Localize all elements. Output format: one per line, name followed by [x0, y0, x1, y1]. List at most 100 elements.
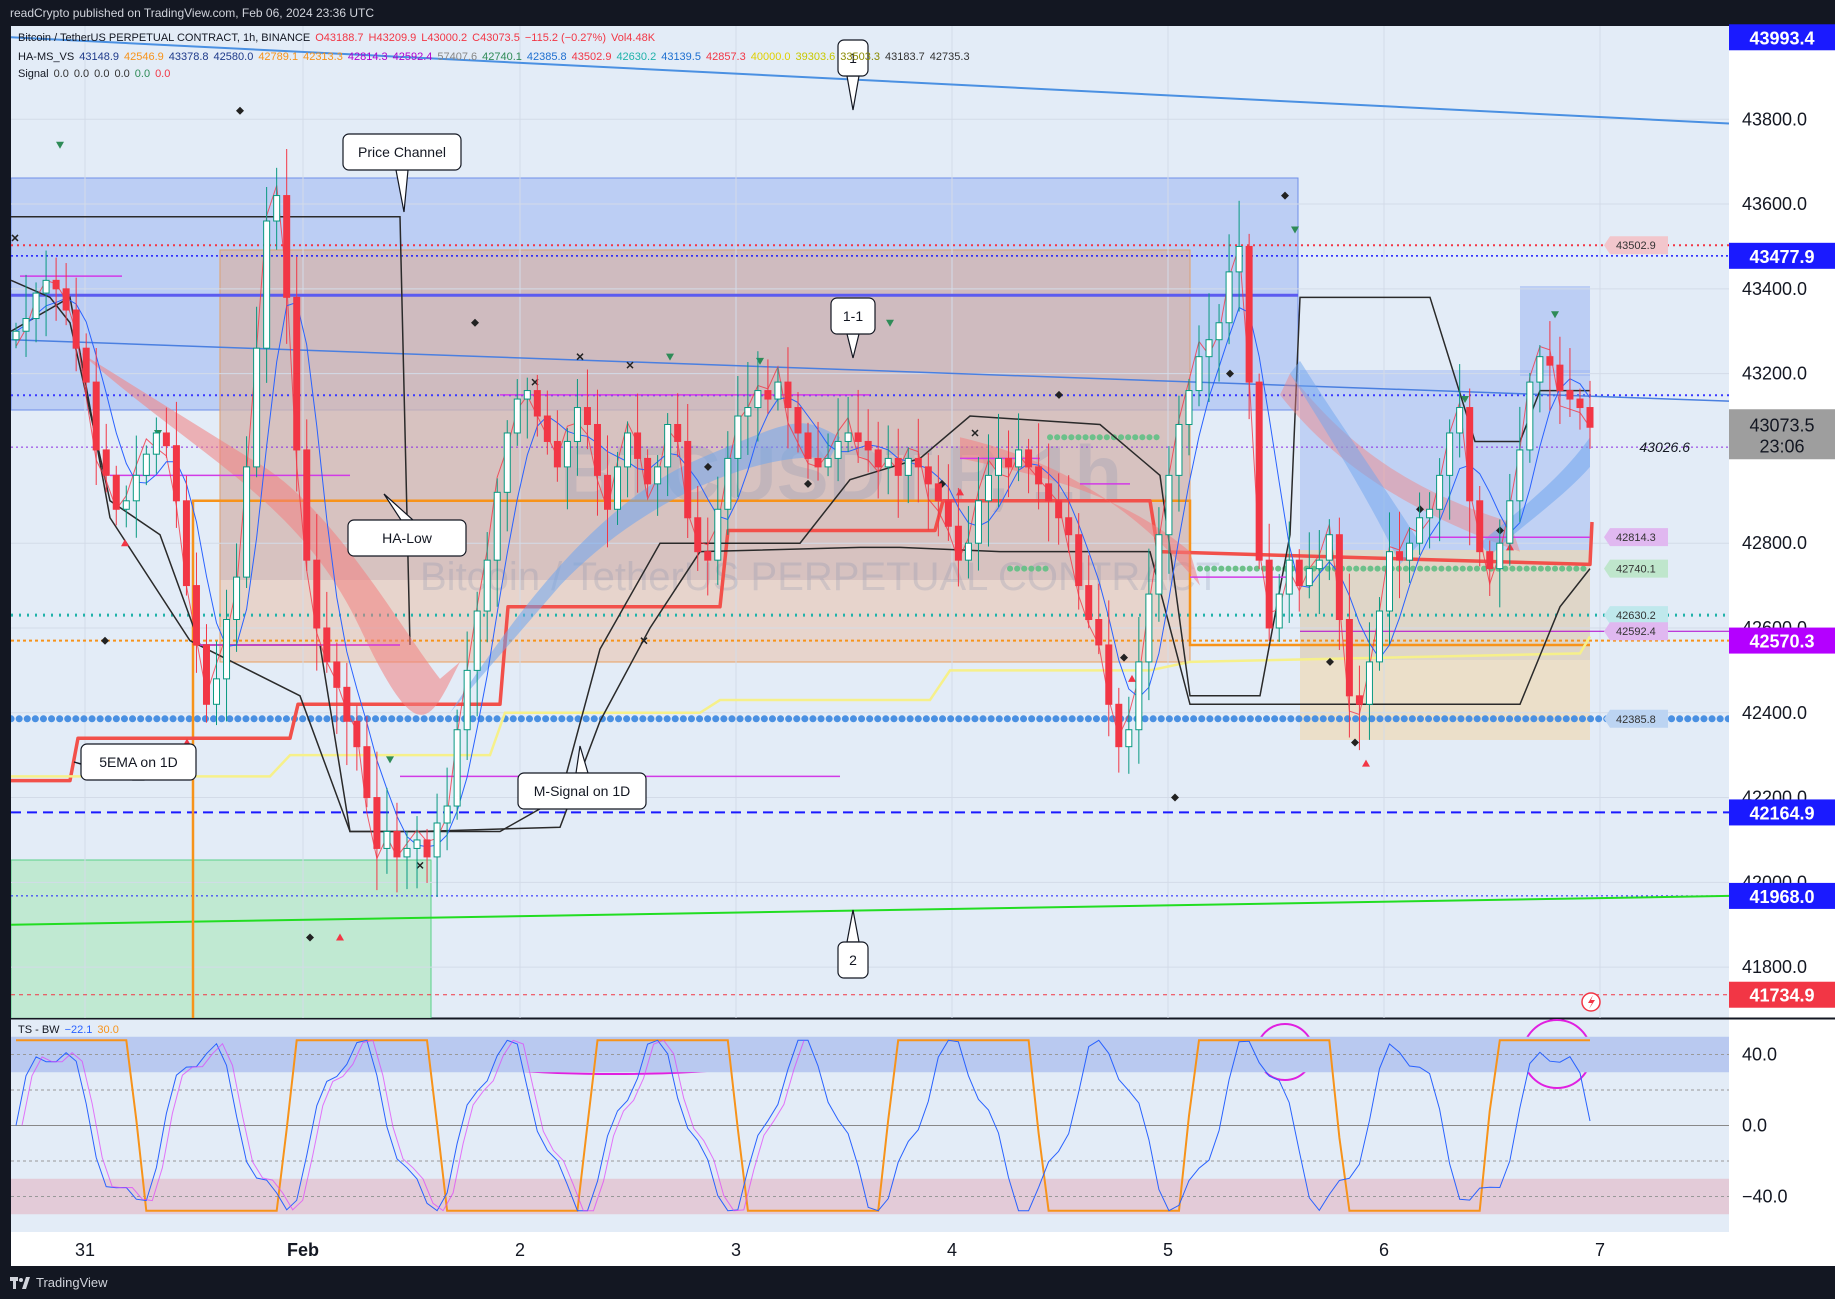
legend-hams-item-12: 43502.9 — [571, 51, 612, 63]
candle-body — [1055, 500, 1063, 519]
osc-y-tick-0: 40.0 — [1742, 1045, 1777, 1065]
legend-main-item-0: Bitcoin / TetherUS PERPETUAL CONTRACT, 1… — [18, 32, 311, 44]
y-tick-4: 42800.0 — [1742, 533, 1807, 553]
chart-frame: readCrypto published on TradingView.com,… — [0, 0, 1835, 1299]
price-chart[interactable]: BTCUSDT.P, 1hBitcoin / TetherUS PERPETUA… — [0, 0, 1835, 1299]
candle-body — [994, 457, 1002, 476]
candle-body — [1416, 517, 1424, 544]
candle-body — [1075, 534, 1083, 587]
candle-body — [513, 398, 521, 434]
candle-body — [162, 432, 170, 447]
y-tick-6: 42400.0 — [1742, 703, 1807, 723]
candle-body — [884, 457, 892, 468]
candle-body — [62, 288, 70, 311]
legend-osc-item-2: 30.0 — [97, 1024, 119, 1036]
candle-body — [192, 585, 200, 646]
candle-body — [253, 347, 261, 468]
candle-body — [644, 457, 652, 485]
legend-hams-item-6: 42313.3 — [303, 51, 343, 63]
candle-body — [984, 474, 992, 502]
candle-body — [1325, 534, 1333, 561]
candle-body — [1125, 729, 1133, 748]
candle-body — [1245, 245, 1253, 383]
x-tick-6: 6 — [1379, 1240, 1389, 1260]
candle-body — [1285, 559, 1293, 595]
candle-body — [1446, 432, 1454, 476]
level-tag-1: 42814.3 — [1604, 528, 1668, 547]
legend-main-item-1: O43188.7 — [315, 32, 364, 44]
candle-body — [202, 644, 210, 705]
callout-text-msignal: M-Signal on 1D — [534, 783, 631, 799]
time-axis-bg — [11, 1232, 1835, 1266]
osc-y-tick-2: −40.0 — [1742, 1187, 1788, 1207]
candle-body — [1105, 644, 1113, 705]
current-price-text: 43073.5 — [1749, 415, 1814, 435]
legend-oscillator: TS - BW −22.1 30.0 — [18, 1024, 124, 1036]
callout-text-ema5: 5EMA on 1D — [99, 754, 178, 770]
callout-ema5: 5EMA on 1D — [73, 743, 197, 781]
countdown-text: 23:06 — [1759, 436, 1804, 456]
candle-body — [1315, 559, 1323, 570]
level-tag-0: 43502.9 — [1604, 236, 1668, 255]
legend-hams-item-11: 42385.8 — [526, 51, 567, 63]
candle-body — [1396, 551, 1404, 561]
candle-body — [1496, 542, 1504, 570]
x-tick-5: 5 — [1163, 1240, 1173, 1260]
legend-signal-item-5: 0.0 — [134, 68, 151, 80]
legend-hams-item-3: 43378.8 — [168, 51, 209, 63]
level-tag-5: 42385.8 — [1604, 709, 1668, 728]
tradingview-logo-icon — [10, 1276, 30, 1289]
candle-body — [864, 440, 872, 451]
candle-body — [343, 686, 351, 722]
legend-main-item-4: C43073.5 — [472, 32, 520, 44]
candle-body — [974, 500, 982, 544]
osc-y-tick-1: 0.0 — [1742, 1116, 1767, 1136]
x-tick-4: 4 — [947, 1240, 957, 1260]
candle-body — [1095, 619, 1103, 646]
legend-osc-item-1: −22.1 — [64, 1024, 93, 1036]
level-tag-text-2: 42740.1 — [1616, 564, 1656, 576]
y-tick-3: 43200.0 — [1742, 364, 1807, 384]
candle-body — [533, 390, 541, 417]
candle-body — [814, 457, 822, 468]
legend-hams-item-20: 42735.3 — [929, 51, 970, 63]
candle-body — [142, 453, 150, 476]
candle-body — [493, 491, 501, 561]
candle-body — [1556, 364, 1564, 392]
candle-body — [694, 517, 702, 553]
price-tag-text-5: 41734.9 — [1749, 986, 1814, 1006]
candle-body — [42, 279, 50, 294]
candle-body — [1015, 449, 1023, 468]
candle-body — [1476, 500, 1484, 553]
candle-body — [1385, 551, 1393, 612]
candle-body — [1235, 245, 1243, 273]
candle-body — [1355, 695, 1363, 705]
candle-body — [824, 457, 832, 468]
candle-body — [293, 296, 301, 451]
callout-text-one-one: 1-1 — [843, 308, 863, 324]
candle-body — [854, 432, 862, 442]
candle-body — [1225, 271, 1233, 324]
candle-body — [543, 415, 551, 442]
candle-body — [664, 423, 672, 468]
candle-body — [1586, 407, 1594, 428]
candle-body — [52, 279, 60, 290]
legend-main-item-3: L43000.2 — [421, 32, 468, 44]
legend-signal-item-1: 0.0 — [53, 68, 69, 80]
candle-body — [1506, 500, 1514, 544]
candle-body — [1546, 356, 1554, 366]
candle-body — [152, 432, 160, 455]
price-tag-text-4: 41968.0 — [1749, 887, 1814, 907]
candle-body — [1566, 390, 1574, 400]
candle-body — [22, 318, 30, 332]
x-tick-1: Feb — [287, 1240, 319, 1260]
legend-hams-item-16: 40000.0 — [750, 51, 791, 63]
candle-body — [924, 466, 932, 485]
legend-signal-item-0: Signal — [18, 68, 49, 80]
candle-body — [1045, 483, 1053, 502]
candle-body — [172, 445, 180, 502]
candle-body — [1265, 559, 1273, 629]
price-tag-text-0: 43993.4 — [1749, 28, 1814, 48]
candle-body — [1466, 407, 1474, 502]
legend-signal-item-4: 0.0 — [114, 68, 130, 80]
